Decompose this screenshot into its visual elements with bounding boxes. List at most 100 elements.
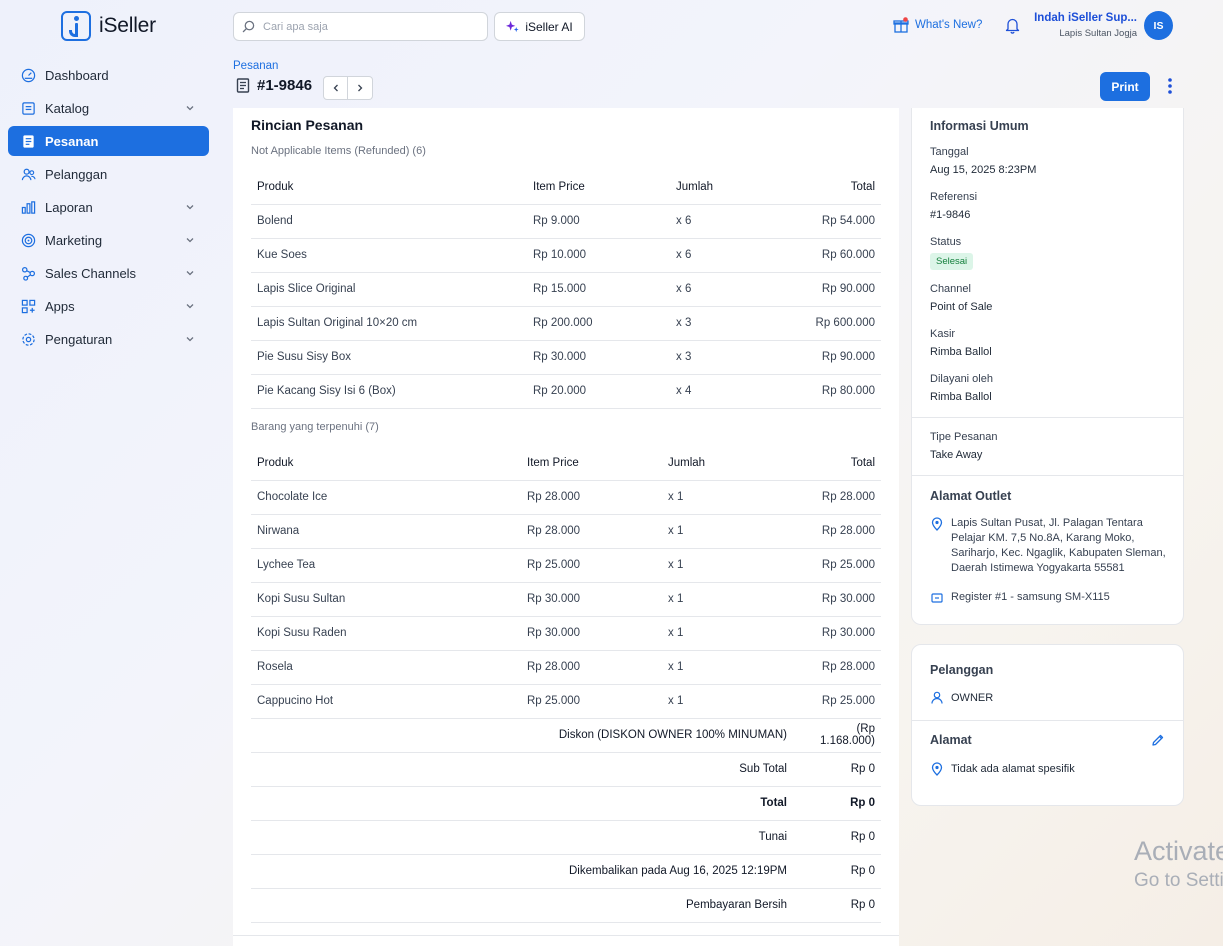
total-cell: Rp 30.000 <box>762 616 881 651</box>
search-input[interactable] <box>263 20 463 33</box>
whats-new-label: What's New? <box>915 19 983 31</box>
chevron-down-icon <box>186 304 194 309</box>
address-title: Alamat <box>930 733 972 747</box>
status-badge: Selesai <box>930 253 974 270</box>
channel-label: Channel <box>930 283 971 295</box>
previous-order-button[interactable] <box>323 76 348 100</box>
total-cell: Rp 60.000 <box>770 238 881 273</box>
general-info-card: Informasi Umum Tanggal Aug 15, 2025 8:23… <box>911 108 1184 625</box>
print-button[interactable]: Print <box>1100 72 1150 101</box>
price-cell: Rp 20.000 <box>527 374 670 409</box>
summary-row: Sub Total Rp 0 <box>251 752 881 787</box>
total-cell: Rp 600.000 <box>770 306 881 341</box>
bell-icon <box>1005 18 1020 34</box>
table-row[interactable]: Lychee Tea Rp 25.000 x 1 Rp 25.000 <box>251 548 881 583</box>
gift-icon <box>893 17 909 33</box>
column-header-total: Total <box>762 446 881 481</box>
price-cell: Rp 30.000 <box>521 582 662 617</box>
summary-label: Total <box>251 786 793 821</box>
customers-icon <box>21 168 36 180</box>
search-box[interactable] <box>233 12 488 41</box>
logo[interactable]: iSeller <box>61 11 156 41</box>
product-cell: Lapis Slice Original <box>251 272 527 307</box>
summary-label: Pembayaran Bersih <box>251 888 793 923</box>
qty-cell: x 6 <box>670 272 770 307</box>
sidebar-item-marketing[interactable]: Marketing <box>8 225 209 255</box>
sidebar-item-laporan[interactable]: Laporan <box>8 192 209 222</box>
more-options-button[interactable] <box>1163 76 1177 96</box>
table-row[interactable]: Rosela Rp 28.000 x 1 Rp 28.000 <box>251 650 881 685</box>
column-header-product: Produk <box>251 446 521 481</box>
product-cell: Pie Susu Sisy Box <box>251 340 527 375</box>
sidebar-item-apps[interactable]: Apps <box>8 291 209 321</box>
page-title: #1-9846 <box>236 77 312 94</box>
sidebar-item-label: Katalog <box>45 100 90 116</box>
summary-row: Pembayaran Bersih Rp 0 <box>251 888 881 923</box>
table-row[interactable]: Cappucino Hot Rp 25.000 x 1 Rp 25.000 <box>251 684 881 719</box>
price-cell: Rp 25.000 <box>521 684 662 719</box>
sidebar-item-katalog[interactable]: Katalog <box>8 93 209 123</box>
register-icon <box>931 593 943 603</box>
whats-new-link[interactable]: What's New? <box>893 17 982 33</box>
iseller-logo-icon <box>61 11 91 41</box>
table-row[interactable]: Bolend Rp 9.000 x 6 Rp 54.000 <box>251 204 881 239</box>
table-row[interactable]: Lapis Slice Original Rp 15.000 x 6 Rp 90.00… <box>251 272 881 307</box>
table-row[interactable]: Pie Susu Sisy Box Rp 30.000 x 3 Rp 90.000 <box>251 340 881 375</box>
total-cell: Rp 28.000 <box>762 650 881 685</box>
product-cell: Lychee Tea <box>251 548 521 583</box>
cashier-label: Kasir <box>930 328 956 340</box>
reports-icon <box>21 200 36 214</box>
cashier-value: Rimba Ballol <box>930 346 992 358</box>
total-cell: Rp 90.000 <box>770 340 881 375</box>
table-row[interactable]: Kue Soes Rp 10.000 x 6 Rp 60.000 <box>251 238 881 273</box>
price-cell: Rp 28.000 <box>521 514 662 549</box>
dashboard-icon <box>21 68 36 82</box>
general-info-title: Informasi Umum <box>930 119 1029 133</box>
product-cell: Kopi Susu Sultan <box>251 582 521 617</box>
qty-cell: x 4 <box>670 374 770 409</box>
qty-cell: x 1 <box>662 582 762 617</box>
summary-label: Sub Total <box>251 752 793 787</box>
table-row[interactable]: Kopi Susu Raden Rp 30.000 x 1 Rp 30.000 <box>251 616 881 651</box>
sidebar-item-label: Pengaturan <box>45 331 113 347</box>
table-row[interactable]: Lapis Sultan Original 10×20 cm Rp 200.000… <box>251 306 881 341</box>
iseller-ai-label: iSeller AI <box>525 19 573 34</box>
sidebar-item-label: Apps <box>45 298 75 314</box>
breadcrumb[interactable]: Pesanan <box>233 60 278 72</box>
receipt-icon <box>236 78 250 93</box>
table-row[interactable]: Kopi Susu Sultan Rp 30.000 x 1 Rp 30.000 <box>251 582 881 617</box>
product-cell: Pie Kacang Sisy Isi 6 (Box) <box>251 374 527 409</box>
price-cell: Rp 15.000 <box>527 272 670 307</box>
product-cell: Chocolate Ice <box>251 480 521 515</box>
user-menu[interactable]: Indah iSeller Sup... Lapis Sultan Jogja … <box>1034 11 1173 43</box>
summary-value: Rp 0 <box>793 752 881 787</box>
notifications-button[interactable] <box>1005 17 1020 37</box>
avatar[interactable]: IS <box>1144 11 1173 40</box>
watermark-line-1: Activate Windows <box>1134 836 1223 866</box>
product-cell: Kue Soes <box>251 238 527 273</box>
chevron-down-icon <box>186 271 194 276</box>
customer-address: Tidak ada alamat spesifik <box>951 763 1075 775</box>
sidebar-item-sales-channels[interactable]: Sales Channels <box>8 258 209 288</box>
chevron-down-icon <box>186 106 194 111</box>
sidebar-item-pelanggan[interactable]: Pelanggan <box>8 159 209 189</box>
product-cell: Cappucino Hot <box>251 684 521 719</box>
location-pin-icon <box>931 762 943 776</box>
next-order-button[interactable] <box>348 76 373 100</box>
sidebar-item-label: Dashboard <box>45 67 109 83</box>
edit-address-icon[interactable] <box>1151 733 1165 747</box>
table-row[interactable]: Pie Kacang Sisy Isi 6 (Box) Rp 20.000 x 4R… <box>251 374 881 409</box>
card-divider <box>233 935 899 936</box>
sidebar-item-dashboard[interactable]: Dashboard <box>8 60 209 90</box>
column-header-product: Produk <box>251 170 527 205</box>
sidebar-item-pesanan[interactable]: Pesanan <box>8 126 209 156</box>
customer-name[interactable]: OWNER <box>951 692 993 704</box>
price-cell: Rp 30.000 <box>527 340 670 375</box>
sidebar-item-pengaturan[interactable]: Pengaturan <box>8 324 209 354</box>
price-cell: Rp 25.000 <box>521 548 662 583</box>
summary-row: Tunai Rp 0 <box>251 820 881 855</box>
iseller-ai-button[interactable]: iSeller AI <box>494 12 585 41</box>
summary-value: Rp 0 <box>793 854 881 889</box>
table-row[interactable]: Chocolate Ice Rp 28.000 x 1 Rp 28.000 <box>251 480 881 515</box>
table-row[interactable]: Nirwana Rp 28.000 x 1 Rp 28.000 <box>251 514 881 549</box>
